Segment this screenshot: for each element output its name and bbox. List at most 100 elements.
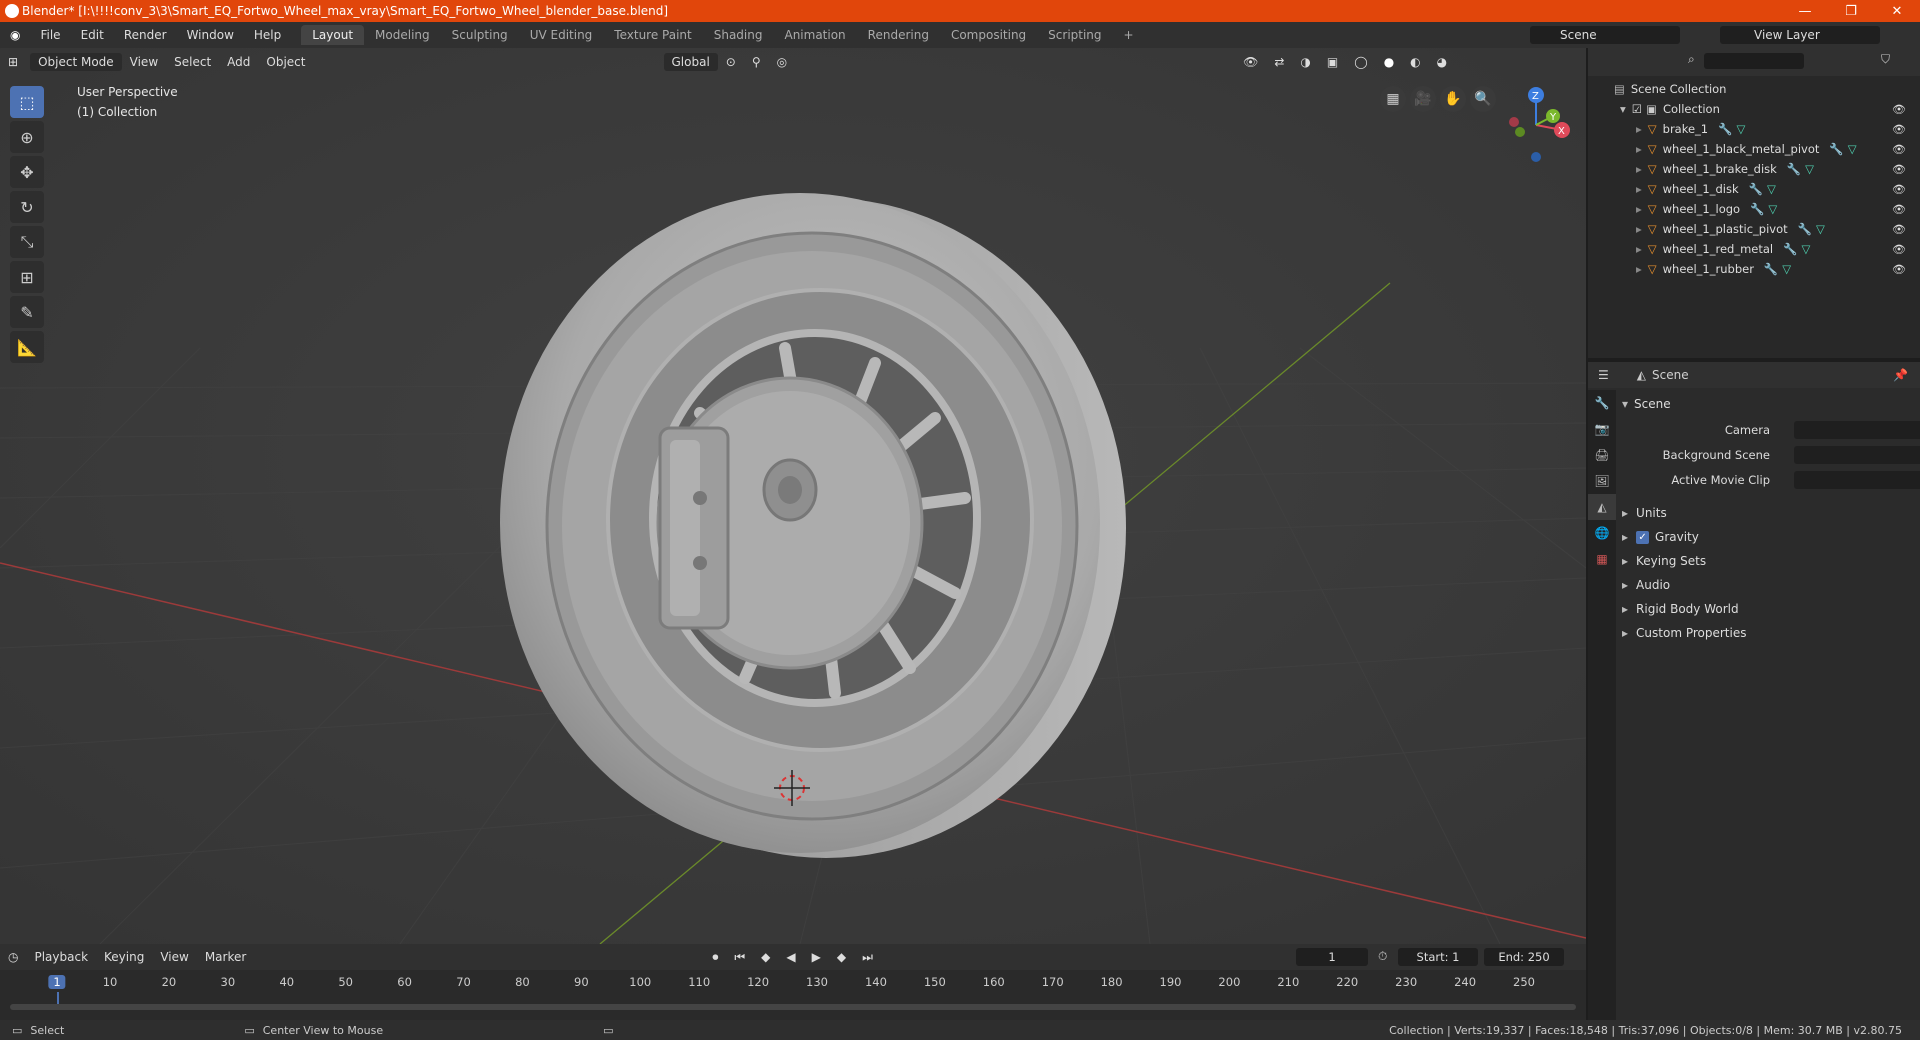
scene-section-header[interactable]: ▾ Scene — [1618, 393, 1920, 415]
editor-type-icon[interactable]: ◷ — [0, 950, 26, 964]
blender-menu-icon[interactable]: ◉ — [0, 28, 30, 42]
annotate-tool-icon[interactable]: ✎ — [10, 296, 44, 328]
eye-icon[interactable]: 👁 — [1892, 183, 1906, 196]
menu-playback[interactable]: Playback — [26, 950, 96, 964]
rigid-body-world-panel[interactable]: ▸ Rigid Body World — [1618, 598, 1920, 620]
camera-field[interactable] — [1794, 421, 1920, 439]
current-frame-input[interactable]: 1 — [1296, 948, 1368, 966]
menu-file[interactable]: File — [30, 28, 70, 42]
tab-layout[interactable]: Layout — [301, 25, 365, 45]
modifier-icon[interactable]: 🔧 — [1798, 222, 1812, 236]
object-mode-dropdown[interactable]: Object Mode — [30, 53, 122, 71]
menu-help[interactable]: Help — [244, 28, 291, 42]
end-frame-input[interactable]: End: 250 — [1484, 948, 1564, 966]
select-box-tool-icon[interactable]: ⬚ — [10, 86, 44, 118]
mesh-data-icon[interactable]: ▽ — [1767, 182, 1776, 196]
expand-arrow-icon[interactable]: ▸ — [1636, 262, 1642, 276]
menu-marker[interactable]: Marker — [197, 950, 254, 964]
outliner-item[interactable]: ▸ ▽ wheel_1_brake_disk 🔧 ▽ 👁 — [1588, 159, 1920, 179]
expand-arrow-icon[interactable]: ▾ — [1620, 102, 1626, 116]
stopwatch-icon[interactable]: ⏱ — [1378, 949, 1387, 964]
overlay-toggle-icon[interactable]: ◑ — [1292, 55, 1318, 69]
mesh-data-icon[interactable]: ▽ — [1801, 242, 1810, 256]
outliner-item[interactable]: ▸ ▽ wheel_1_disk 🔧 ▽ 👁 — [1588, 179, 1920, 199]
checkbox-icon[interactable]: ☑ — [1632, 102, 1642, 116]
wireframe-shading-icon[interactable]: ◯ — [1346, 55, 1375, 69]
keying-sets-panel[interactable]: ▸ Keying Sets — [1618, 550, 1920, 572]
prev-keyframe-icon[interactable]: ◆ — [753, 950, 778, 964]
transform-tool-icon[interactable]: ⊞ — [10, 261, 44, 293]
mesh-data-icon[interactable]: ▽ — [1848, 142, 1857, 156]
expand-arrow-icon[interactable]: ▸ — [1636, 142, 1642, 156]
pivot-icon[interactable]: ⊙ — [718, 55, 744, 69]
eye-icon[interactable]: 👁 — [1892, 243, 1906, 256]
outliner-search-input[interactable] — [1704, 53, 1804, 69]
tab-shading[interactable]: Shading — [703, 25, 774, 45]
modifier-icon[interactable]: 🔧 — [1750, 202, 1764, 216]
eye-icon[interactable]: 👁 — [1892, 143, 1906, 156]
next-keyframe-icon[interactable]: ◆ — [829, 950, 854, 964]
timeline-scrollbar[interactable] — [10, 1004, 1576, 1010]
background-scene-field[interactable] — [1794, 446, 1920, 464]
expand-arrow-icon[interactable]: ▸ — [1636, 222, 1642, 236]
modifier-icon[interactable]: 🔧 — [1829, 142, 1843, 156]
outliner-item[interactable]: ▸ ▽ wheel_1_rubber 🔧 ▽ 👁 — [1588, 259, 1920, 279]
visibility-icon[interactable]: 👁 — [1235, 55, 1266, 69]
play-icon[interactable]: ▶ — [804, 950, 829, 964]
pan-view-icon[interactable]: ✋ — [1440, 86, 1466, 112]
menu-select[interactable]: Select — [166, 55, 219, 69]
editor-type-icon[interactable]: ⊞ — [0, 55, 26, 69]
active-movie-clip-field[interactable] — [1794, 471, 1920, 489]
gizmo-toggle-icon[interactable]: ⇄ — [1266, 55, 1292, 69]
tab-rendering[interactable]: Rendering — [857, 25, 940, 45]
xray-icon[interactable]: ▣ — [1319, 55, 1346, 69]
proportional-edit-icon[interactable]: ◎ — [769, 55, 795, 69]
eye-icon[interactable]: 👁 — [1892, 203, 1906, 216]
rendered-shading-icon[interactable]: ◕ — [1429, 55, 1455, 69]
menu-keying[interactable]: Keying — [96, 950, 152, 964]
view-layer-tab-icon[interactable]: 🖼 — [1588, 468, 1616, 494]
minimize-button[interactable]: — — [1782, 0, 1828, 22]
expand-arrow-icon[interactable]: ▸ — [1636, 182, 1642, 196]
tab-animation[interactable]: Animation — [773, 25, 856, 45]
scene-tab-icon[interactable]: ◭ — [1588, 494, 1616, 520]
view-layer-selector[interactable]: View Layer — [1720, 26, 1880, 44]
record-icon[interactable]: ⏺ — [704, 950, 726, 965]
mesh-data-icon[interactable]: ▽ — [1805, 162, 1814, 176]
render-tab-icon[interactable]: 📷 — [1588, 416, 1616, 442]
measure-tool-icon[interactable]: 📐 — [10, 331, 44, 363]
navigation-gizmo[interactable]: Z Y X — [1496, 80, 1586, 170]
close-button[interactable]: ✕ — [1874, 0, 1920, 22]
outliner-item[interactable]: ▸ ▽ wheel_1_logo 🔧 ▽ 👁 — [1588, 199, 1920, 219]
scale-tool-icon[interactable]: ⤡ — [10, 226, 44, 258]
modifier-icon[interactable]: 🔧 — [1718, 122, 1732, 136]
filter-icon[interactable]: ⛉ — [1881, 52, 1890, 67]
menu-add[interactable]: Add — [219, 55, 258, 69]
frame-ruler[interactable]: 1 10 20 30 40 50 60 70 80 90 100 110 120 130 140 150 160… — [0, 972, 1586, 1006]
tool-tab-icon[interactable]: 🔧 — [1588, 390, 1616, 416]
world-tab-icon[interactable]: 🌐 — [1588, 520, 1616, 546]
cursor-tool-icon[interactable]: ⊕ — [10, 121, 44, 153]
3d-viewport[interactable] — [0, 48, 1586, 944]
tab-texture-paint[interactable]: Texture Paint — [603, 25, 702, 45]
modifier-icon[interactable]: 🔧 — [1749, 182, 1763, 196]
eye-icon[interactable]: 👁 — [1892, 263, 1906, 276]
audio-panel[interactable]: ▸ Audio — [1618, 574, 1920, 596]
camera-view-icon[interactable]: 🎥 — [1410, 86, 1436, 112]
editor-type-icon[interactable]: ☰ — [1598, 368, 1609, 382]
tab-modeling[interactable]: Modeling — [364, 25, 441, 45]
rotate-tool-icon[interactable]: ↻ — [10, 191, 44, 223]
scene-selector[interactable]: Scene — [1530, 26, 1680, 44]
mesh-data-icon[interactable]: ▽ — [1736, 122, 1745, 136]
modifier-icon[interactable]: 🔧 — [1764, 262, 1778, 276]
mesh-data-icon[interactable]: ▽ — [1768, 202, 1777, 216]
modifier-icon[interactable]: 🔧 — [1783, 242, 1797, 256]
jump-end-icon[interactable]: ⏭ — [854, 950, 881, 965]
menu-object[interactable]: Object — [258, 55, 313, 69]
snap-icon[interactable]: ⚲ — [744, 55, 769, 69]
expand-arrow-icon[interactable]: ▸ — [1636, 122, 1642, 136]
menu-view[interactable]: View — [152, 950, 196, 964]
maximize-button[interactable]: ❐ — [1828, 0, 1874, 22]
expand-arrow-icon[interactable]: ▸ — [1636, 202, 1642, 216]
start-frame-input[interactable]: Start: 1 — [1398, 948, 1478, 966]
